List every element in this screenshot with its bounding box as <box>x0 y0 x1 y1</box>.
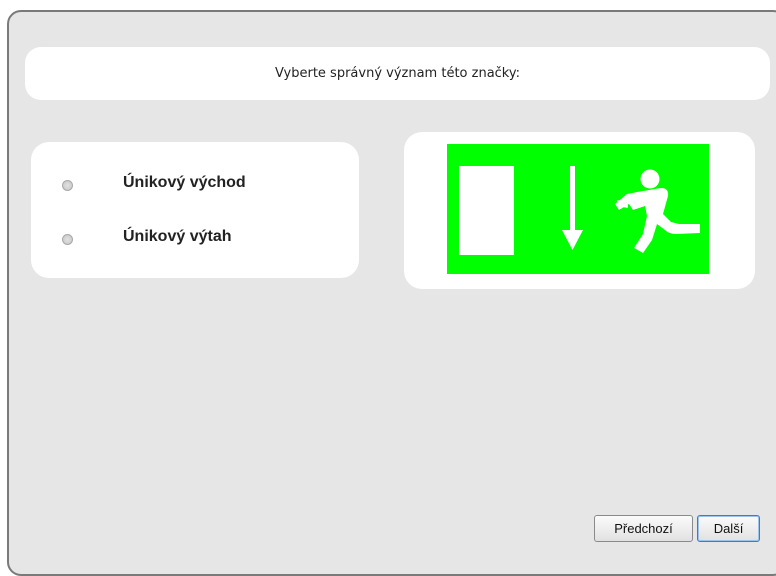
question-text: Vyberte správný význam této značky: <box>274 66 520 81</box>
arrow-shaft <box>570 166 575 234</box>
door-shape <box>459 166 514 255</box>
answer-label-1: Únikový východ <box>123 174 246 191</box>
arrow-head <box>562 230 583 250</box>
answer-radio-1[interactable] <box>62 180 73 191</box>
answer-option-2[interactable]: Únikový výtah <box>31 224 359 254</box>
question-box: Vyberte správný význam této značky: <box>25 47 770 100</box>
answer-radio-2[interactable] <box>62 234 73 245</box>
next-button[interactable]: Další <box>697 515 760 542</box>
running-person <box>615 169 700 253</box>
previous-button[interactable]: Předchozí <box>594 515 693 542</box>
emergency-exit-sign-icon <box>447 144 709 274</box>
sign-image-box <box>404 132 755 289</box>
answer-option-1[interactable]: Únikový východ <box>31 170 359 200</box>
answers-box: Únikový východ Únikový výtah <box>31 142 359 278</box>
answer-label-2: Únikový výtah <box>123 228 232 245</box>
